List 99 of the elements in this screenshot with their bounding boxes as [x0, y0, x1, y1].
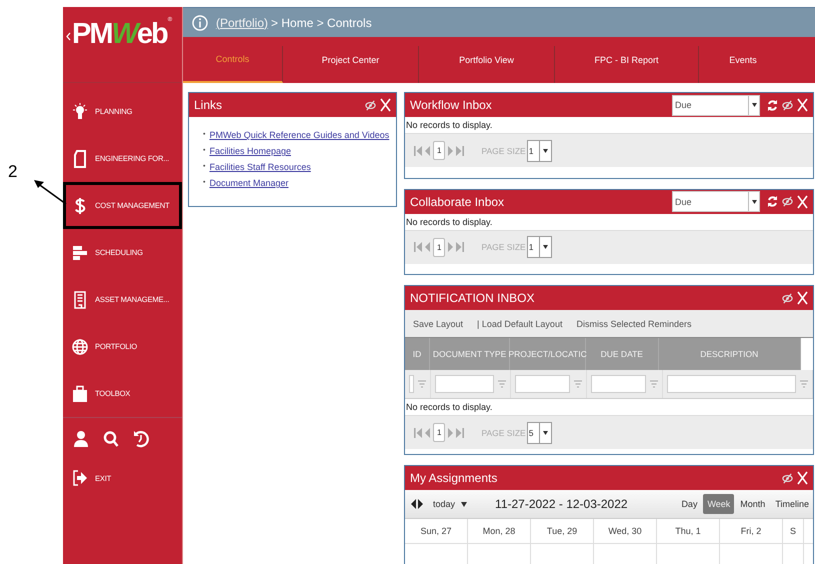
- view-button[interactable]: Month: [736, 494, 770, 514]
- dollar-icon: [72, 196, 88, 214]
- filter-icon[interactable]: [574, 380, 582, 388]
- day-header: Wed, 30: [594, 519, 657, 543]
- next-page-icon[interactable]: [448, 426, 454, 439]
- day-header: Thu, 1: [657, 519, 720, 543]
- close-icon[interactable]: [797, 471, 808, 485]
- toolbar-link[interactable]: Dismiss Selected Reminders: [576, 318, 692, 329]
- link[interactable]: PMWeb Quick Reference Guides and Videos: [209, 127, 390, 143]
- panel-title: Links: [194, 98, 222, 112]
- view-button[interactable]: Timeline: [771, 494, 813, 514]
- view-button[interactable]: Day: [677, 494, 702, 514]
- back-chevron-icon[interactable]: [66, 32, 71, 41]
- document-icon: [72, 150, 88, 168]
- next-page-icon[interactable]: [448, 241, 454, 254]
- caret-icon[interactable]: [461, 502, 468, 506]
- filter-field[interactable]: [667, 375, 796, 394]
- close-icon[interactable]: [797, 194, 808, 209]
- eye-slash-icon[interactable]: [782, 196, 793, 208]
- last-page-icon[interactable]: [456, 144, 464, 156]
- first-page-icon[interactable]: [414, 144, 422, 156]
- caret-icon: [752, 200, 756, 204]
- filter-icon[interactable]: [498, 380, 506, 388]
- toolbar-link[interactable]: Save Layout: [413, 318, 464, 329]
- tab[interactable]: Events: [699, 46, 787, 83]
- page-size-dropdown[interactable]: 5: [526, 422, 552, 444]
- panel-title: NOTIFICATION INBOX: [410, 291, 534, 306]
- breadcrumb-path: > Home > Controls: [271, 16, 372, 30]
- link[interactable]: Document Manager: [209, 175, 288, 191]
- day-header: Sun, 27: [405, 519, 468, 543]
- page-number[interactable]: 1: [433, 423, 446, 442]
- date-range: 11-27-2022 - 12-03-2022: [495, 497, 628, 511]
- previous-page-icon[interactable]: [425, 426, 430, 439]
- day-header: Tue, 29: [531, 519, 594, 543]
- search-icon[interactable]: [103, 430, 119, 448]
- tab[interactable]: FPC - BI Report: [555, 46, 699, 83]
- refresh-icon[interactable]: [767, 195, 778, 208]
- caret-icon: [542, 245, 548, 250]
- bars-icon: [72, 244, 88, 262]
- first-page-icon[interactable]: [414, 426, 422, 439]
- refresh-icon[interactable]: [767, 98, 778, 112]
- last-page-icon[interactable]: [456, 426, 464, 439]
- annotation-arrow: [33, 179, 67, 205]
- page-size-label: PAGE SIZE: [481, 242, 526, 252]
- close-icon[interactable]: [380, 98, 391, 112]
- filter-field[interactable]: [409, 375, 414, 394]
- day-header: S: [783, 519, 804, 543]
- last-page-icon[interactable]: [456, 241, 464, 254]
- day-header: Mon, 28: [468, 519, 531, 543]
- caret-icon: [542, 148, 548, 152]
- page-size-dropdown[interactable]: 1: [526, 236, 552, 258]
- previous-page-icon[interactable]: [425, 144, 430, 156]
- tab[interactable]: Portfolio View: [419, 46, 555, 83]
- lightbulb-icon: [72, 102, 88, 120]
- previous-next-icon[interactable]: [411, 499, 423, 509]
- page-size-label: PAGE SIZE: [481, 428, 526, 438]
- filter-icon[interactable]: [650, 380, 658, 388]
- empty-message: No records to display.: [405, 214, 813, 231]
- globe-icon: [72, 338, 88, 356]
- next-page-icon[interactable]: [448, 144, 454, 156]
- building-icon: [72, 290, 88, 308]
- eye-slash-icon[interactable]: [782, 292, 793, 304]
- eye-slash-icon[interactable]: [782, 100, 793, 110]
- filter-icon[interactable]: [800, 380, 808, 388]
- caret-icon: [752, 103, 756, 107]
- filter-dropdown[interactable]: Due: [672, 191, 760, 212]
- page-number[interactable]: 1: [433, 238, 446, 257]
- page-number[interactable]: 1: [433, 141, 446, 160]
- filter-field[interactable]: [515, 375, 570, 394]
- close-icon[interactable]: [797, 98, 808, 112]
- filter-field[interactable]: [591, 375, 646, 394]
- panel-title: Collaborate Inbox: [410, 194, 504, 209]
- today-dropdown[interactable]: today: [433, 499, 456, 509]
- page-size-label: PAGE SIZE: [481, 146, 526, 156]
- tab[interactable]: Project Center: [283, 46, 419, 83]
- link[interactable]: Facilities Staff Resources: [209, 159, 311, 175]
- caret-icon: [542, 430, 548, 435]
- history-icon[interactable]: [133, 430, 149, 448]
- link[interactable]: Facilities Homepage: [209, 143, 291, 159]
- panel-title: Workflow Inbox: [410, 98, 492, 112]
- exit-icon: [72, 469, 88, 487]
- first-page-icon[interactable]: [414, 241, 422, 254]
- filter-icon[interactable]: [418, 380, 426, 388]
- day-header: Fri, 2: [720, 519, 783, 543]
- toolbar-link[interactable]: | Load Default Layout: [477, 318, 562, 329]
- annotation-number: 2: [8, 162, 18, 182]
- user-icon[interactable]: [73, 430, 89, 448]
- view-button[interactable]: Week: [703, 494, 734, 514]
- logo[interactable]: PMWeb: [72, 17, 167, 51]
- eye-slash-icon[interactable]: [365, 100, 376, 110]
- filter-field[interactable]: [435, 375, 494, 394]
- page-size-dropdown[interactable]: 1: [526, 140, 552, 162]
- eye-slash-icon[interactable]: [782, 472, 793, 484]
- panel-title: My Assignments: [410, 471, 498, 485]
- info-icon[interactable]: [192, 14, 208, 30]
- filter-dropdown[interactable]: Due: [672, 94, 760, 116]
- previous-page-icon[interactable]: [425, 241, 430, 254]
- briefcase-icon: [72, 384, 88, 402]
- close-icon[interactable]: [797, 291, 808, 306]
